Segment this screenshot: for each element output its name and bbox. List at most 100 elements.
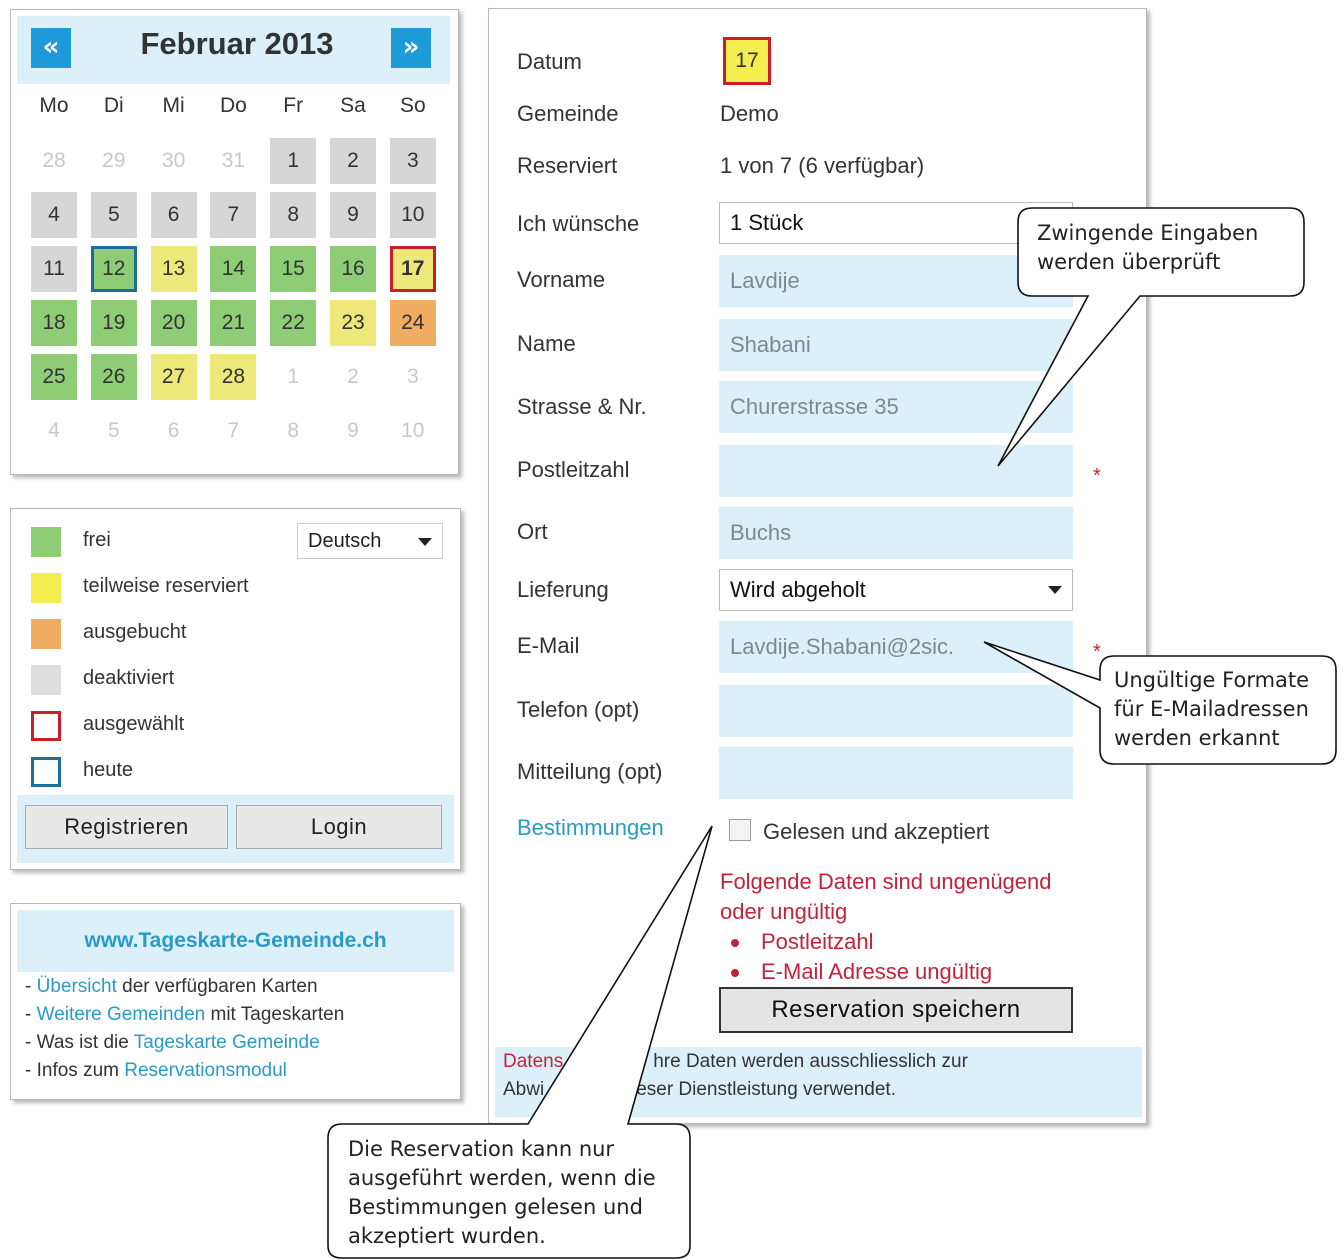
delivery-select[interactable]: Wird abgeholt — [719, 569, 1073, 611]
callout-line: ausgeführt werden, wenn die — [348, 1166, 656, 1190]
calendar-day: 30 — [161, 149, 186, 172]
calendar-day: 31 — [221, 149, 246, 172]
email-input[interactable]: Lavdije.Shabani@2sic. — [719, 621, 1073, 673]
next-month-button[interactable]: » — [391, 28, 431, 68]
error-item-text: Postleitzahl — [761, 929, 874, 954]
calendar-day: 5 — [107, 419, 120, 442]
auth-bar: Registrieren Login — [17, 795, 454, 863]
calendar-day: 29 — [102, 149, 126, 172]
calendar-day: 7 — [227, 419, 240, 442]
privacy-note: Datens hre Daten werden ausschliesslich z… — [495, 1047, 1142, 1117]
calendar-day[interactable]: 1 — [270, 138, 317, 184]
privacy-text: eser Dienstleistung verwendet. — [636, 1079, 896, 1100]
calendar-day[interactable]: 25 — [31, 354, 77, 400]
lastname-input[interactable]: Shabani — [719, 319, 1073, 371]
calendar-day[interactable]: 12 — [90, 246, 137, 292]
calendar-day[interactable]: 26 — [90, 354, 137, 400]
label-reserviert: Reserviert — [517, 153, 618, 178]
calendar-day[interactable]: 24 — [389, 300, 436, 346]
calendar-day[interactable]: 14 — [210, 246, 257, 292]
weekday-label: Di — [103, 94, 124, 117]
language-select-value: Deutsch — [308, 530, 382, 552]
message-input[interactable] — [719, 747, 1073, 799]
calendar-day[interactable]: 7 — [210, 192, 257, 238]
login-button[interactable]: Login — [236, 805, 442, 849]
city-input[interactable]: Buchs — [719, 507, 1073, 559]
legend-label: ausgewählt — [83, 713, 185, 735]
calendar-day: 1 — [287, 365, 300, 388]
phone-input[interactable] — [719, 685, 1073, 737]
link-row: - Infos zum Reservationsmodul — [25, 1060, 287, 1082]
calendar-day[interactable]: 16 — [330, 246, 376, 292]
calendar-day: 9 — [347, 419, 359, 442]
calendar-day[interactable]: 3 — [389, 138, 436, 184]
callout-required-text: Zwingende Eingaben werden überprüft — [1037, 219, 1258, 277]
quantity-select[interactable]: 1 Stück — [719, 202, 1073, 244]
chevron-down-icon — [418, 538, 432, 546]
link[interactable]: Übersicht — [37, 976, 117, 997]
callout-line: Die Reservation kann nur — [348, 1137, 615, 1161]
label-gemeinde: Gemeinde — [517, 101, 619, 126]
register-button[interactable]: Registrieren — [25, 805, 228, 849]
language-select[interactable]: Deutsch — [297, 523, 443, 559]
callout-line: akzeptiert wurden. — [348, 1224, 546, 1248]
calendar-day[interactable]: 23 — [330, 300, 376, 346]
calendar-day[interactable]: 9 — [330, 192, 376, 238]
calendar-day: 6 — [167, 419, 180, 442]
terms-link[interactable]: Bestimmungen — [517, 815, 664, 841]
calendar-day[interactable]: 4 — [31, 192, 77, 238]
terms-checkbox[interactable] — [729, 819, 751, 841]
link-row-text: - — [25, 1004, 37, 1025]
reservation-form: Datum 17 Gemeinde Demo Reserviert 1 von … — [488, 8, 1147, 1124]
legend-swatch — [31, 665, 61, 695]
calendar-day[interactable]: 28 — [210, 354, 257, 400]
link-row: - Übersicht der verfügbaren Karten — [25, 976, 318, 998]
firstname-input[interactable]: Lavdije — [719, 255, 1073, 307]
link[interactable]: Weitere Gemeinden — [37, 1004, 206, 1025]
calendar-day[interactable]: 8 — [270, 192, 317, 238]
calendar-day[interactable]: 22 — [270, 300, 317, 346]
link[interactable]: Reservationsmodul — [124, 1060, 287, 1081]
weekday-label: Fr — [283, 94, 304, 117]
legend-swatch — [31, 757, 61, 787]
calendar-day: 3 — [406, 365, 419, 388]
calendar-day[interactable]: 27 — [150, 354, 197, 400]
calendar-day[interactable]: 2 — [330, 138, 376, 184]
calendar-day[interactable]: 10 — [389, 192, 436, 238]
calendar-day[interactable]: 18 — [31, 300, 77, 346]
calendar-panel: « Februar 2013 » Mo Di Mi Do Fr Sa So 28 29 30 31… — [10, 9, 459, 475]
calendar-day[interactable]: 6 — [150, 192, 197, 238]
link[interactable]: Tageskarte Gemeinde — [134, 1032, 320, 1053]
privacy-text: hre Daten werden ausschliesslich zur — [653, 1051, 968, 1072]
label-name: Name — [517, 331, 576, 356]
privacy-line-2: Abwi eser Dienstleistung verwendet. — [503, 1079, 896, 1101]
weekday-label: Do — [219, 94, 247, 117]
calendar-day[interactable]: 11 — [31, 246, 77, 292]
prev-month-button[interactable]: « — [31, 28, 71, 68]
label-wunsch: Ich wünsche — [517, 211, 640, 236]
calendar-day[interactable]: 13 — [150, 246, 197, 292]
legend-label: ausgebucht — [83, 621, 187, 643]
link-row: - Weitere Gemeinden mit Tageskarten — [25, 1004, 344, 1026]
link-row: - Was ist die Tageskarte Gemeinde — [25, 1032, 320, 1054]
callout-line: Bestimmungen gelesen und — [348, 1195, 643, 1219]
calendar-day[interactable]: 15 — [270, 246, 317, 292]
weekday-label: So — [399, 94, 426, 117]
street-input[interactable]: Churerstrasse 35 — [719, 381, 1073, 433]
calendar-day[interactable]: 19 — [90, 300, 137, 346]
calendar-month-title: Februar 2013 — [140, 26, 334, 61]
selected-date-badge: 17 — [723, 37, 771, 85]
postcode-input[interactable] — [719, 445, 1073, 497]
calendar-day[interactable]: 21 — [210, 300, 257, 346]
callout-line: Zwingende Eingaben — [1037, 221, 1259, 245]
callout-line: für E-Mailadressen — [1114, 697, 1309, 721]
error-item-text: E-Mail Adresse ungültig — [761, 959, 993, 984]
calendar-header: « Februar 2013 » — [17, 16, 450, 84]
calendar-day: 2 — [347, 365, 359, 388]
calendar-day[interactable]: 20 — [150, 300, 197, 346]
calendar-day[interactable]: 5 — [90, 192, 137, 238]
calendar-day: 8 — [287, 419, 300, 442]
link-row-text: - — [25, 976, 37, 997]
calendar-day[interactable]: 17 — [389, 246, 436, 292]
save-reservation-button[interactable]: Reservation speichern — [719, 987, 1073, 1033]
